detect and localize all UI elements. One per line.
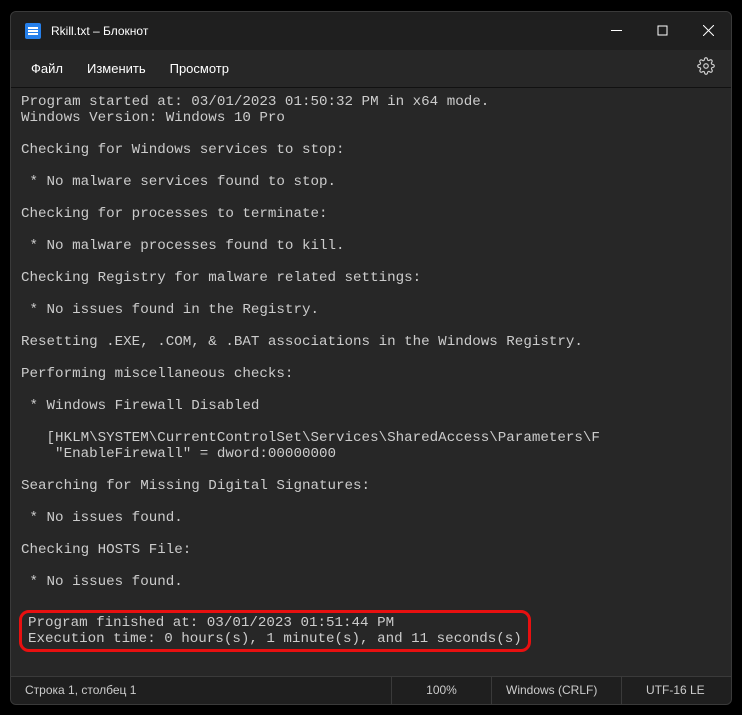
line: Resetting .EXE, .COM, & .BAT association… — [21, 334, 583, 350]
close-button[interactable] — [685, 12, 731, 50]
line: Checking for processes to terminate: — [21, 206, 328, 222]
status-position: Строка 1, столбец 1 — [11, 677, 391, 704]
line: Performing miscellaneous checks: — [21, 366, 293, 382]
window-title: Rkill.txt – Блокнот — [51, 24, 148, 38]
settings-button[interactable] — [689, 53, 723, 84]
text-content[interactable]: Program started at: 03/01/2023 01:50:32 … — [11, 88, 731, 676]
line: Checking for Windows services to stop: — [21, 142, 345, 158]
line: Windows Version: Windows 10 Pro — [21, 110, 285, 126]
menu-edit[interactable]: Изменить — [75, 55, 158, 82]
notepad-window: Rkill.txt – Блокнот Файл Изменить Просмо… — [10, 11, 732, 705]
highlight-annotation: Program finished at: 03/01/2023 01:51:44… — [19, 610, 531, 652]
line: * Windows Firewall Disabled — [21, 398, 259, 414]
status-charset: UTF-16 LE — [621, 677, 731, 704]
line: Checking HOSTS File: — [21, 542, 191, 558]
line: Execution time: 0 hours(s), 1 minute(s),… — [28, 631, 522, 647]
line: * No malware services found to stop. — [21, 174, 336, 190]
line: * No issues found. — [21, 574, 183, 590]
status-encoding: Windows (CRLF) — [491, 677, 621, 704]
status-zoom[interactable]: 100% — [391, 677, 491, 704]
line: Searching for Missing Digital Signatures… — [21, 478, 370, 494]
title-left: Rkill.txt – Блокнот — [11, 23, 593, 39]
line: * No malware processes found to kill. — [21, 238, 345, 254]
line: [HKLM\SYSTEM\CurrentControlSet\Services\… — [21, 430, 600, 446]
titlebar[interactable]: Rkill.txt – Блокнот — [11, 12, 731, 50]
line: "EnableFirewall" = dword:00000000 — [21, 446, 336, 462]
maximize-button[interactable] — [639, 12, 685, 50]
line: Program finished at: 03/01/2023 01:51:44… — [28, 615, 394, 631]
notepad-icon — [25, 23, 41, 39]
line: * No issues found in the Registry. — [21, 302, 319, 318]
line: Program started at: 03/01/2023 01:50:32 … — [21, 94, 489, 110]
window-controls — [593, 12, 731, 50]
menu-view[interactable]: Просмотр — [158, 55, 241, 82]
line: * No issues found. — [21, 510, 183, 526]
line: Checking Registry for malware related se… — [21, 270, 421, 286]
minimize-button[interactable] — [593, 12, 639, 50]
menubar: Файл Изменить Просмотр — [11, 50, 731, 88]
statusbar: Строка 1, столбец 1 100% Windows (CRLF) … — [11, 676, 731, 704]
menu-file[interactable]: Файл — [19, 55, 75, 82]
